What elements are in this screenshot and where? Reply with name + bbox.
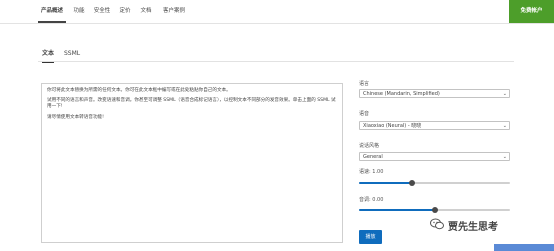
rate-slider-fill — [359, 182, 412, 184]
chevron-down-icon: ⌄ — [502, 154, 507, 160]
language-value: Chinese (Mandarin, Simplified) — [363, 91, 440, 97]
nav-item-pricing[interactable]: 定价 — [118, 0, 132, 23]
tab-divider — [38, 61, 514, 62]
rate-label: 语速: 1.00 — [359, 169, 384, 175]
pitch-label: 音调: 0.00 — [359, 197, 384, 203]
chevron-down-icon: ⌄ — [502, 91, 507, 97]
text-input-area[interactable]: 你可将此文本替换为所需的任何文本。你可在此文本框中编写或在此处粘贴你自己的文本。… — [41, 83, 343, 243]
play-button[interactable]: 播放 — [359, 230, 382, 244]
top-navigation: 产品概述 功能 安全性 定价 文档 客户案例 免费帐户 — [0, 0, 554, 24]
nav-item-customers[interactable]: 客户案例 — [160, 0, 188, 23]
wechat-icon — [430, 218, 444, 230]
nav-item-security[interactable]: 安全性 — [92, 0, 112, 23]
editor-paragraph: 请尽情使用文本转语音功能! — [47, 114, 104, 120]
style-value: General — [363, 154, 383, 160]
voice-select[interactable]: Xiaoxiao (Neural) - 晓晓 ⌄ — [359, 121, 510, 130]
rate-slider[interactable] — [359, 180, 510, 186]
rate-slider-thumb[interactable] — [408, 180, 415, 186]
free-account-button[interactable]: 免费帐户 — [509, 0, 554, 23]
tab-ssml[interactable]: SSML — [64, 47, 80, 61]
nav-item-features[interactable]: 功能 — [72, 0, 86, 23]
voice-label: 语音 — [359, 111, 370, 117]
chevron-down-icon: ⌄ — [502, 123, 507, 129]
corner-decoration — [494, 244, 554, 251]
editor-paragraph: 试用不同的语言和声音。改变语速和音调。你甚至可调整 SSML（语音合成标记语言）… — [47, 98, 336, 110]
voice-value: Xiaoxiao (Neural) - 晓晓 — [363, 123, 422, 129]
language-select[interactable]: Chinese (Mandarin, Simplified) ⌄ — [359, 89, 510, 98]
pitch-slider-fill — [359, 209, 435, 211]
pitch-slider[interactable] — [359, 207, 510, 213]
language-label: 语言 — [359, 81, 370, 87]
watermark-text: 贾先生思考 — [448, 222, 498, 233]
nav-item-overview[interactable]: 产品概述 — [38, 0, 66, 23]
pitch-slider-thumb[interactable] — [431, 207, 438, 213]
style-label: 说话风格 — [359, 143, 380, 149]
nav-item-docs[interactable]: 文档 — [139, 0, 153, 23]
editor-paragraph: 你可将此文本替换为所需的任何文本。你可在此文本框中编写或在此处粘贴你自己的文本。 — [47, 88, 231, 93]
style-select[interactable]: General ⌄ — [359, 152, 510, 161]
